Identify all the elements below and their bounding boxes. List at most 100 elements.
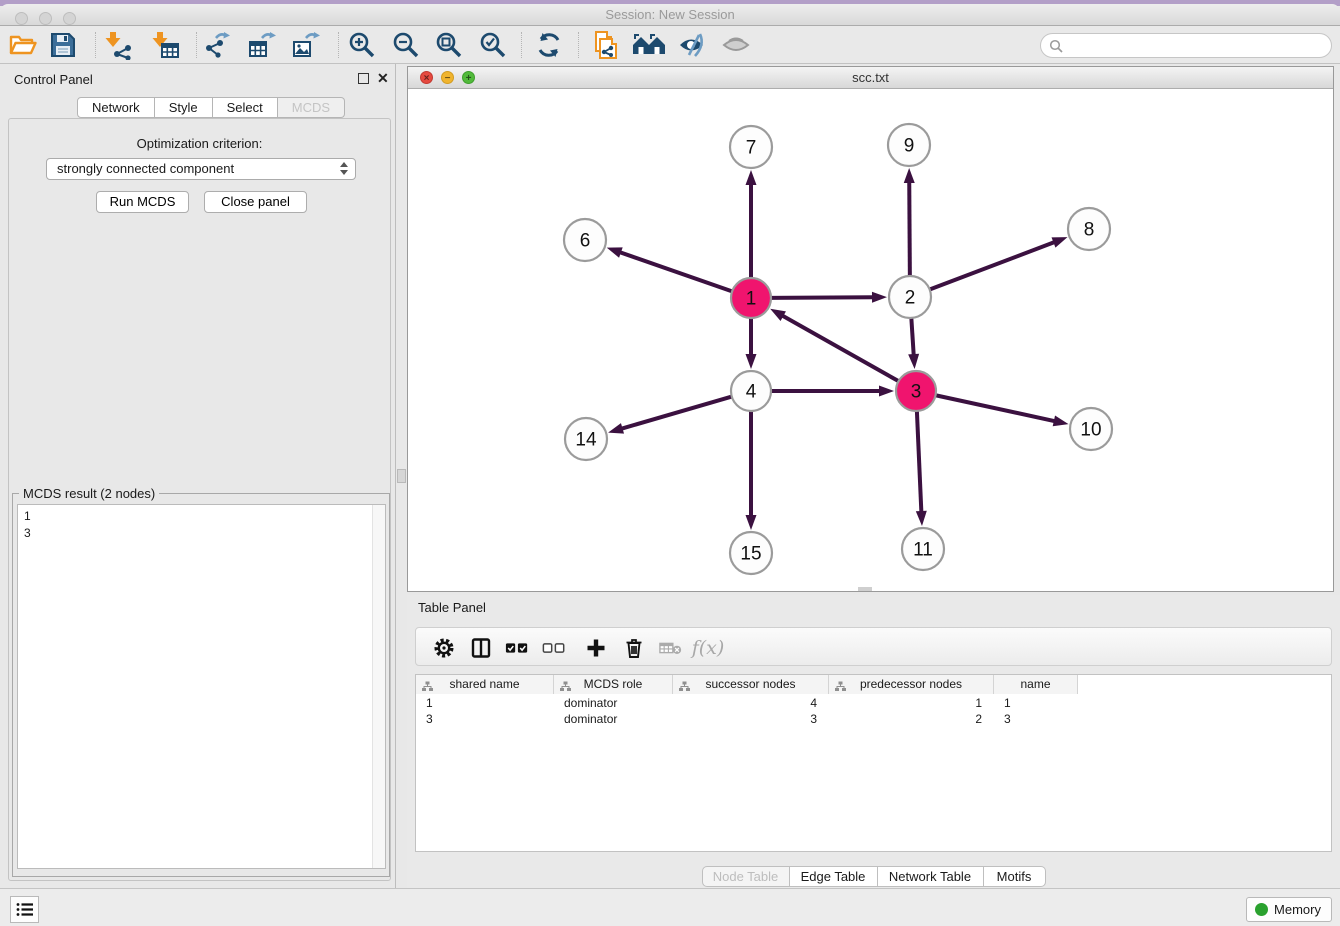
zoom-window-button[interactable] [63, 12, 76, 25]
hide-eye-icon[interactable] [675, 29, 709, 61]
node-10[interactable]: 10 [1070, 408, 1112, 450]
tab-motifs[interactable]: Motifs [984, 866, 1046, 887]
column-header-successor-nodes[interactable]: successor nodes [673, 675, 829, 694]
edge-2-3[interactable] [908, 318, 919, 369]
deselect-all-icon[interactable] [542, 636, 566, 660]
zoom-selected-icon[interactable] [476, 29, 510, 61]
edge-4-15[interactable] [746, 411, 757, 530]
node-8[interactable]: 8 [1068, 208, 1110, 250]
minimize-window-button[interactable] [39, 12, 52, 25]
import-network-icon[interactable] [101, 29, 135, 61]
node-table[interactable]: shared nameMCDS rolesuccessor nodesprede… [415, 674, 1332, 852]
run-mcds-button[interactable]: Run MCDS [96, 191, 189, 213]
table-cell[interactable]: dominator [554, 711, 673, 727]
network-window-titlebar[interactable]: × − + scc.txt [408, 67, 1333, 89]
canvas-scroll-grip[interactable] [858, 587, 872, 591]
table-cell[interactable]: 4 [673, 695, 829, 711]
optimization-selected-value: strongly connected component [57, 161, 234, 176]
task-history-button[interactable] [10, 896, 39, 923]
zoom-in-icon[interactable] [345, 29, 379, 61]
table-cell[interactable]: 3 [994, 711, 1078, 727]
table-row[interactable]: 1dominator411 [416, 695, 1078, 711]
edge-2-9[interactable] [904, 168, 915, 276]
close-network-icon[interactable]: × [420, 71, 433, 84]
table-cell[interactable]: 1 [416, 695, 554, 711]
column-header-shared-name[interactable]: shared name [416, 675, 554, 694]
column-header-name[interactable]: name [994, 675, 1078, 694]
export-table-icon[interactable] [245, 29, 279, 61]
close-window-button[interactable] [15, 12, 28, 25]
edge-1-2[interactable] [771, 292, 887, 303]
node-1[interactable]: 1 [731, 278, 771, 318]
column-header-predecessor-nodes[interactable]: predecessor nodes [829, 675, 994, 694]
tab-node-table[interactable]: Node Table [702, 866, 790, 887]
search-input[interactable] [1067, 36, 1325, 55]
network-canvas-svg[interactable]: 7 9 6 8 1 2 4 3 14 10 15 11 [408, 89, 1333, 591]
select-all-icon[interactable] [505, 636, 529, 660]
node-11[interactable]: 11 [902, 528, 944, 570]
open-session-icon[interactable] [6, 29, 40, 61]
table-cell[interactable]: 1 [829, 695, 994, 711]
save-session-icon[interactable] [46, 29, 80, 61]
zoom-fit-icon[interactable] [432, 29, 466, 61]
table-cell[interactable]: 3 [673, 711, 829, 727]
tab-select[interactable]: Select [213, 97, 278, 118]
export-network-icon[interactable] [201, 29, 235, 61]
node-7[interactable]: 7 [730, 126, 772, 168]
zoom-out-icon[interactable] [389, 29, 423, 61]
show-eye-icon [719, 29, 753, 61]
svg-text:4: 4 [746, 382, 757, 403]
node-15[interactable]: 15 [730, 532, 772, 574]
export-image-icon[interactable] [289, 29, 323, 61]
float-panel-icon[interactable] [358, 73, 369, 84]
edge-2-8[interactable] [930, 237, 1068, 289]
node-3[interactable]: 3 [896, 371, 936, 411]
node-14[interactable]: 14 [565, 418, 607, 460]
splitpane-handle[interactable] [397, 469, 406, 483]
edge-3-11[interactable] [916, 411, 927, 526]
edge-1-6[interactable] [607, 247, 732, 291]
split-view-icon[interactable] [469, 636, 493, 660]
node-9[interactable]: 9 [888, 124, 930, 166]
edge-1-7[interactable] [746, 170, 757, 278]
table-settings-icon[interactable] [432, 636, 456, 660]
tab-network[interactable]: Network [77, 97, 155, 118]
node-6[interactable]: 6 [564, 219, 606, 261]
svg-text:1: 1 [746, 289, 757, 310]
table-cell[interactable]: dominator [554, 695, 673, 711]
delete-column-icon[interactable] [622, 636, 646, 660]
node-2[interactable]: 2 [889, 276, 931, 318]
memory-button[interactable]: Memory [1246, 897, 1332, 922]
result-scrollbar[interactable] [372, 505, 385, 868]
function-builder-icon: f(x) [696, 636, 720, 660]
edge-4-14[interactable] [608, 397, 732, 434]
table-cell[interactable]: 2 [829, 711, 994, 727]
table-cell[interactable]: 1 [994, 695, 1078, 711]
maximize-network-icon[interactable]: + [462, 71, 475, 84]
tab-mcds[interactable]: MCDS [278, 97, 345, 118]
edge-4-3[interactable] [771, 386, 894, 397]
close-panel-icon[interactable]: ✕ [377, 73, 389, 84]
edge-1-4[interactable] [746, 318, 757, 369]
search-field[interactable] [1040, 33, 1332, 58]
column-header-MCDS-role[interactable]: MCDS role [554, 675, 673, 694]
import-table-icon[interactable] [148, 29, 182, 61]
close-panel-button[interactable]: Close panel [204, 191, 307, 213]
optimization-criterion-select[interactable]: strongly connected component [46, 158, 356, 180]
add-column-icon[interactable] [584, 636, 608, 660]
edge-3-10[interactable] [936, 395, 1069, 426]
tab-style[interactable]: Style [155, 97, 213, 118]
network-view-window: × − + scc.txt 7 9 6 8 1 2 4 3 14 10 15 11 [407, 66, 1334, 592]
edge-3-1[interactable] [770, 309, 898, 381]
minimize-network-icon[interactable]: − [441, 71, 454, 84]
node-4[interactable]: 4 [731, 371, 771, 411]
clone-network-icon[interactable] [588, 29, 622, 61]
home-views-icon[interactable] [632, 29, 666, 61]
mcds-result-area[interactable]: 1 3 [17, 504, 386, 869]
tab-network-table[interactable]: Network Table [878, 866, 984, 887]
table-cell[interactable]: 3 [416, 711, 554, 727]
tab-edge-table[interactable]: Edge Table [790, 866, 878, 887]
refresh-icon[interactable] [532, 29, 566, 61]
control-panel-tabs: NetworkStyleSelectMCDS [77, 97, 345, 118]
table-row[interactable]: 3dominator323 [416, 711, 1078, 727]
